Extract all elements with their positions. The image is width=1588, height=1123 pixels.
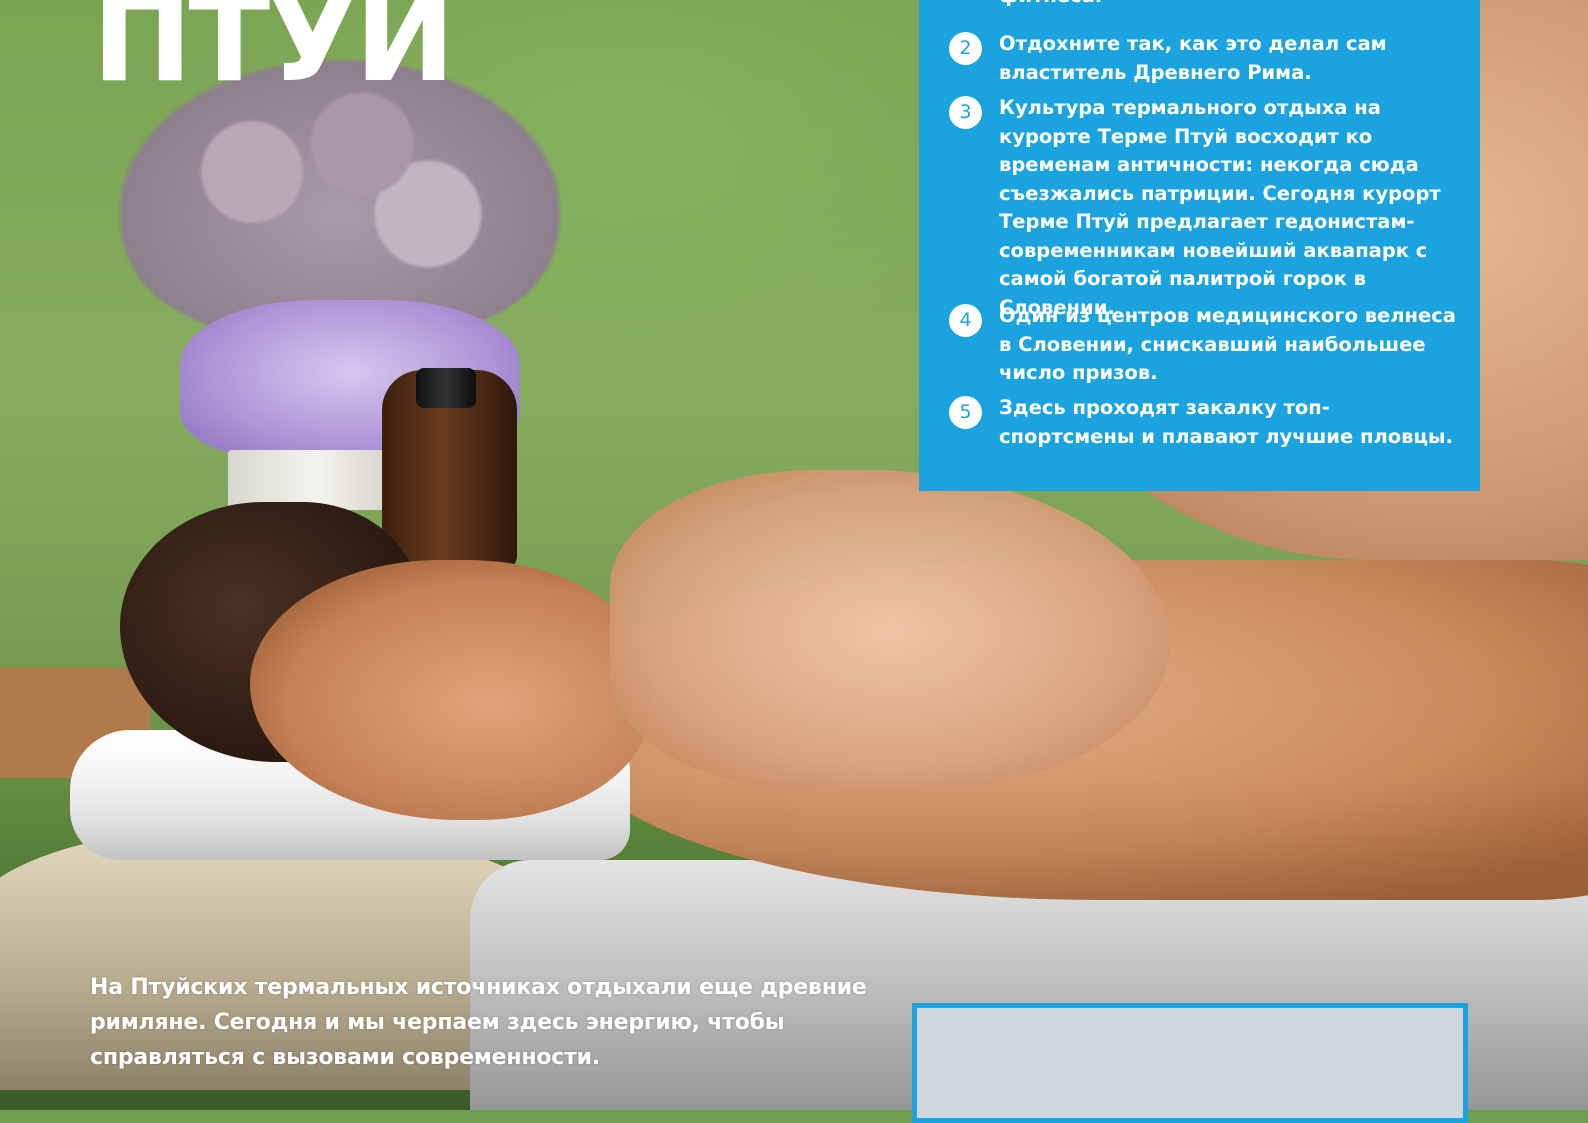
info-box [912,1003,1468,1123]
photo-caption: На Птуйских термальных источниках отдыха… [90,975,867,1070]
page-title: ПТУЙ [92,0,455,109]
list-number: 4 [949,304,982,337]
list-item-text: Здесь проходят закалку топ-спортсмены и … [999,396,1453,448]
list-item-text: фитнеса. [999,0,1459,11]
list-item-text: Отдохните так, как это делал сам властит… [999,32,1387,84]
list-number: 5 [949,396,982,429]
list-item-text: Один из центров медицинского велнеса в С… [999,304,1456,384]
list-number: 3 [949,96,982,129]
list-item-text: Культура термального отдыха на курорте Т… [999,96,1441,319]
list-number: 2 [949,32,982,65]
